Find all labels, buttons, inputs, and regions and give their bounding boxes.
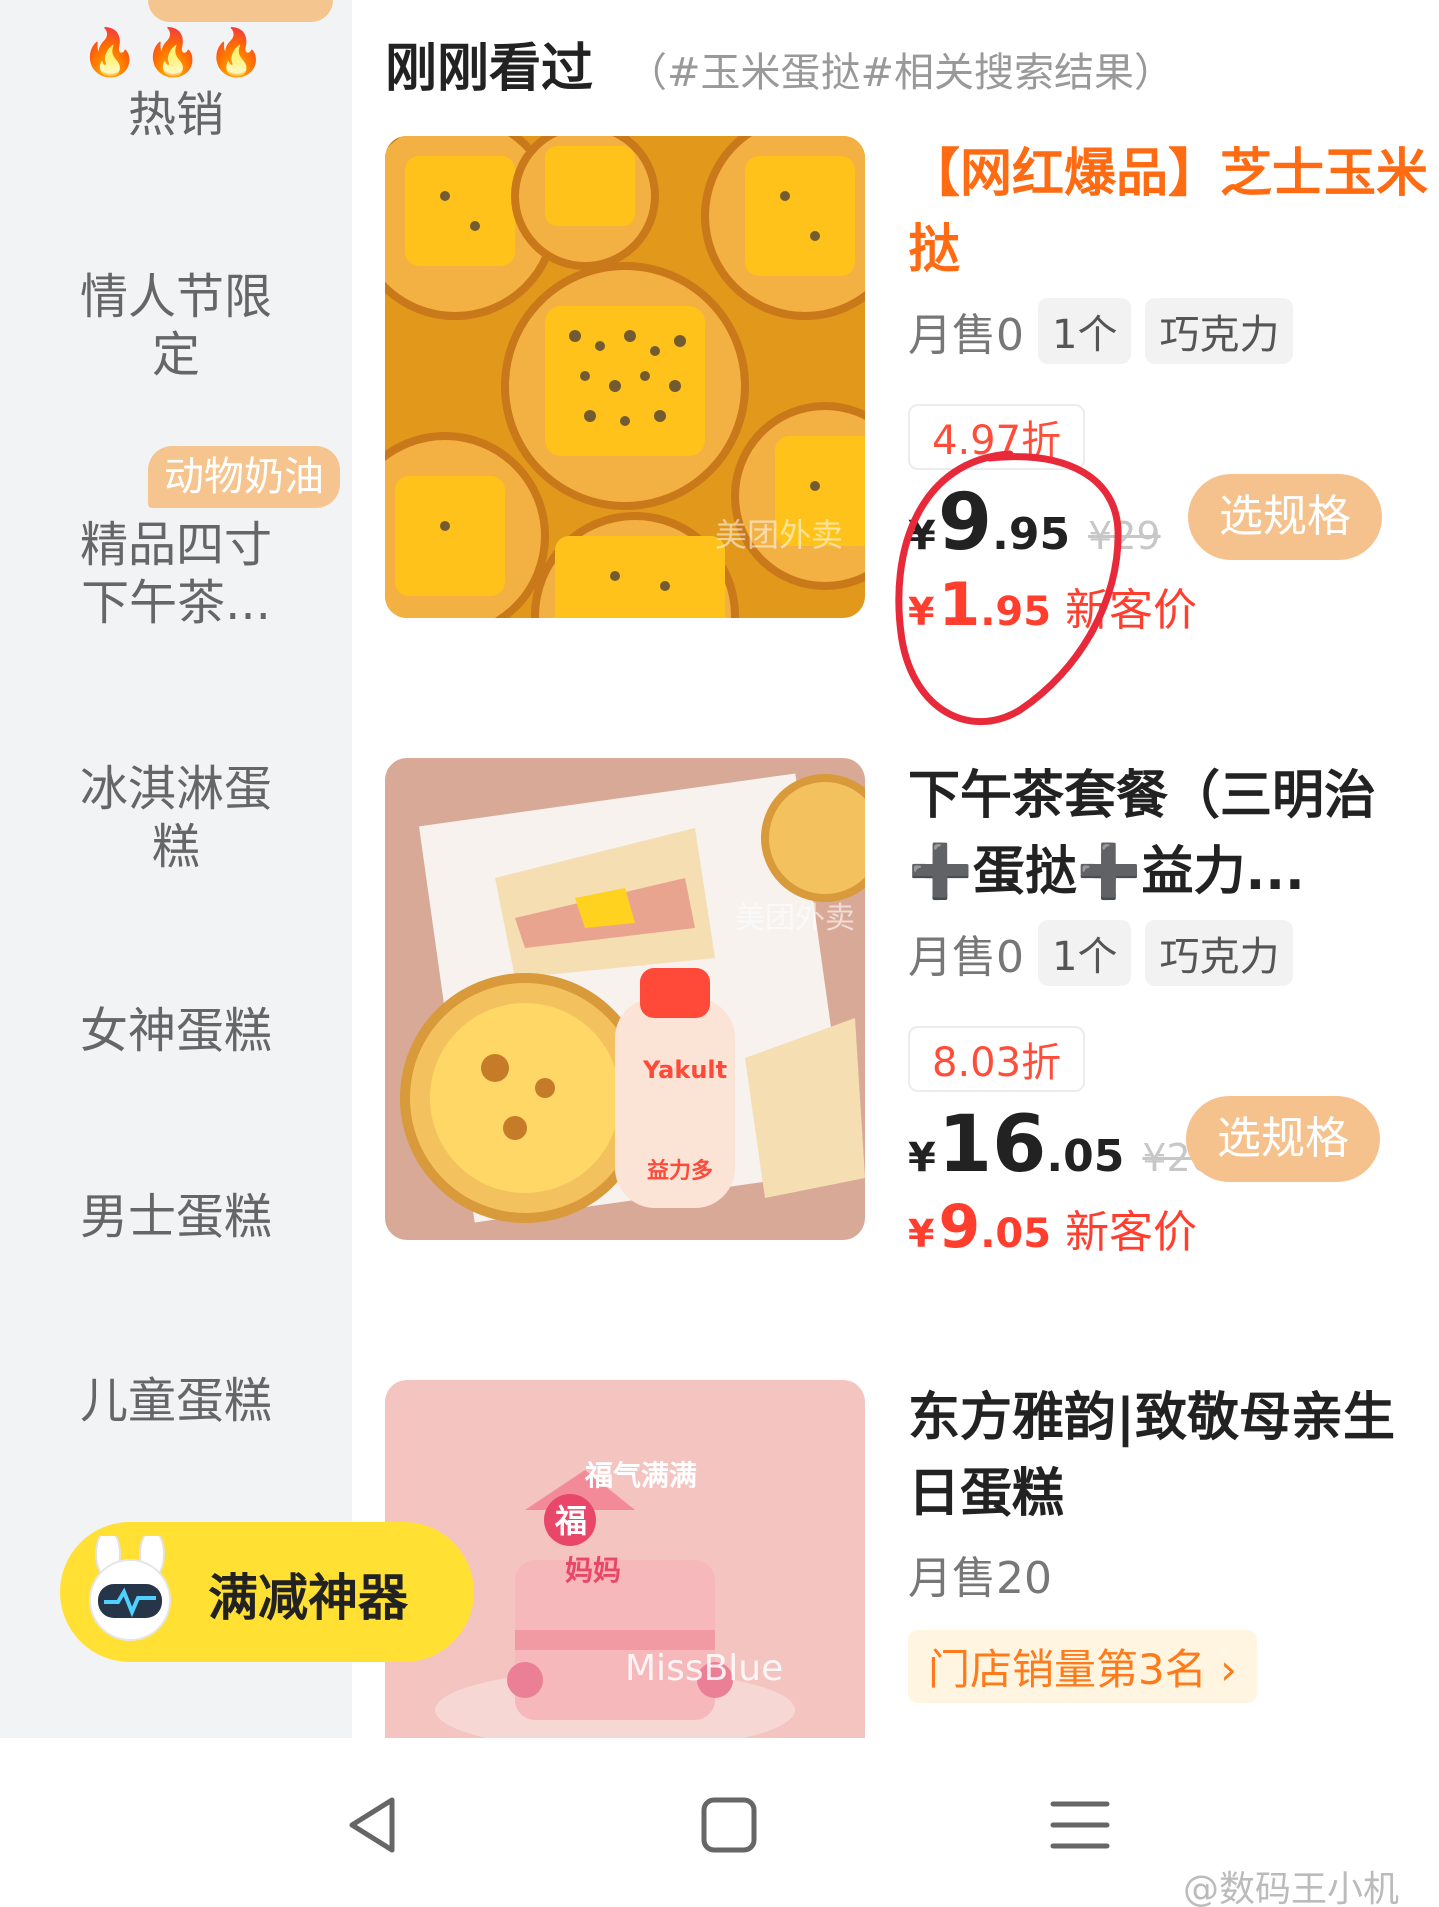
new-price-integer: 9 <box>938 1192 981 1262</box>
pill-label: 满减神器 <box>208 1569 408 1627</box>
flavor-chip: 巧克力 <box>1145 920 1294 986</box>
currency-symbol: ¥ <box>908 1135 936 1181</box>
category-top-badge <box>148 0 333 22</box>
product-image[interactable]: Yakult 益力多 美团外卖 <box>385 758 865 1240</box>
monthly-sales: 月售0 <box>908 310 1024 361</box>
image-watermark: 美团外卖 <box>735 901 855 936</box>
product-name[interactable]: 【网红爆品】芝士玉米挞 <box>908 136 1428 288</box>
full-reduction-tool-button[interactable]: 满减神器 <box>60 1522 474 1662</box>
monthly-sales: 月售0 <box>908 932 1024 983</box>
robot-bunny-mascot-icon <box>89 1536 171 1641</box>
new-price-decimal: .05 <box>980 1211 1052 1257</box>
select-spec-button[interactable]: 选规格 <box>1188 474 1382 560</box>
chevron-right-icon: › <box>1220 1645 1237 1694</box>
sidebar-item-label: 精品四寸 下午茶... <box>79 517 272 631</box>
currency-symbol: ¥ <box>908 1212 935 1256</box>
red-circle-annotation <box>895 450 1122 725</box>
product-name[interactable]: 东方雅韵|致敬母亲生日蛋糕 <box>908 1380 1415 1532</box>
quantity-chip: 1个 <box>1038 920 1132 986</box>
image-text: 福气满满 <box>584 1459 697 1492</box>
category-sidebar: 🔥🔥🔥 热销 情人节限 定 动物奶油 精品四寸 下午茶... 冰淇淋蛋 糕 女神… <box>0 0 352 1738</box>
sidebar-item-valentines[interactable]: 情人节限 定 <box>0 268 352 384</box>
image-text: 妈妈 <box>565 1554 621 1587</box>
product-name[interactable]: 下午茶套餐（三明治➕蛋挞➕益力... <box>908 758 1428 910</box>
price-decimal: .05 <box>1046 1131 1125 1182</box>
rank-label: 门店销量第3名 <box>928 1645 1207 1694</box>
sidebar-item-hot[interactable]: 热销 <box>0 86 352 144</box>
hot-flames-icon: 🔥🔥🔥 <box>81 25 271 79</box>
weibo-watermark: @数码王小机 <box>1182 1869 1399 1907</box>
new-customer-label: 新客价 <box>1065 1207 1198 1258</box>
sidebar-item-label: 儿童蛋糕 <box>79 1373 272 1429</box>
product-info: 下午茶套餐（三明治➕蛋挞➕益力... 月售0 1个 巧克力 8.03折 ¥ 16… <box>908 758 1428 1262</box>
quantity-chip: 1个 <box>1038 298 1132 364</box>
price-row: ¥ 16 .05 ¥20 选规格 <box>908 1096 1428 1190</box>
product-card[interactable]: Yakult 益力多 美团外卖 下午茶套餐（三明治➕蛋挞➕益力... 月售0 1… <box>385 758 1415 1318</box>
image-watermark: 美团外卖 <box>715 516 843 554</box>
monthly-sales: 月售20 <box>908 1553 1052 1604</box>
tea-set-image: Yakult 益力多 美团外卖 <box>385 758 865 1240</box>
category-badge: 动物奶油 <box>148 446 340 508</box>
page-title: 刚刚看过 <box>385 39 594 99</box>
product-card[interactable]: 福气满满 福 妈妈 MissBlue 东方雅韵|致敬母亲生日蛋糕 月售20 门店… <box>385 1380 1415 1738</box>
select-spec-button[interactable]: 选规格 <box>1186 1096 1380 1182</box>
image-text: 福 <box>554 1502 587 1540</box>
sidebar-item-ice-cream-cake[interactable]: 冰淇淋蛋 糕 <box>0 760 352 876</box>
sidebar-item-label: 男士蛋糕 <box>79 1189 272 1245</box>
product-meta: 月售0 1个 巧克力 <box>908 298 1428 364</box>
product-image[interactable]: 美团外卖 <box>385 136 865 618</box>
recently-viewed-header: 刚刚看过 （#玉米蛋挞#相关搜索结果） <box>385 26 1175 99</box>
flavor-chip: 巧克力 <box>1145 298 1294 364</box>
search-context-subtitle: （#玉米蛋挞#相关搜索结果） <box>627 50 1175 96</box>
product-info: 东方雅韵|致敬母亲生日蛋糕 月售20 门店销量第3名 › <box>908 1380 1415 1703</box>
price-integer: 16 <box>937 1100 1047 1190</box>
new-customer-price: ¥ 9 .05 新客价 <box>908 1192 1428 1262</box>
store-sales-rank-badge[interactable]: 门店销量第3名 › <box>908 1630 1257 1703</box>
sidebar-item-goddess-cake[interactable]: 女神蛋糕 <box>0 1002 352 1060</box>
product-meta: 月售0 1个 巧克力 <box>908 920 1428 986</box>
back-triangle-icon[interactable] <box>340 1790 410 1860</box>
discount-badge: 8.03折 <box>908 1026 1086 1092</box>
sidebar-item-afternoon-tea[interactable]: 精品四寸 下午茶... <box>0 516 352 632</box>
sidebar-item-label: 热销 <box>127 87 224 143</box>
image-text: Yakult <box>642 1056 727 1084</box>
sidebar-item-label: 情人节限 定 <box>79 269 272 383</box>
sidebar-item-label: 女神蛋糕 <box>79 1003 272 1059</box>
sidebar-item-kids-cake[interactable]: 儿童蛋糕 <box>0 1372 352 1430</box>
system-navigation-bar: @数码王小机 <box>0 1738 1439 1907</box>
corn-tart-image: 美团外卖 <box>385 136 865 618</box>
home-square-icon[interactable] <box>694 1790 764 1860</box>
sidebar-item-men-cake[interactable]: 男士蛋糕 <box>0 1188 352 1246</box>
image-text: 益力多 <box>647 1158 713 1184</box>
sidebar-item-label: 冰淇淋蛋 糕 <box>79 761 272 875</box>
image-text: MissBlue <box>625 1648 783 1689</box>
menu-lines-icon[interactable] <box>1045 1790 1115 1860</box>
product-meta: 月售20 <box>908 1542 1415 1606</box>
